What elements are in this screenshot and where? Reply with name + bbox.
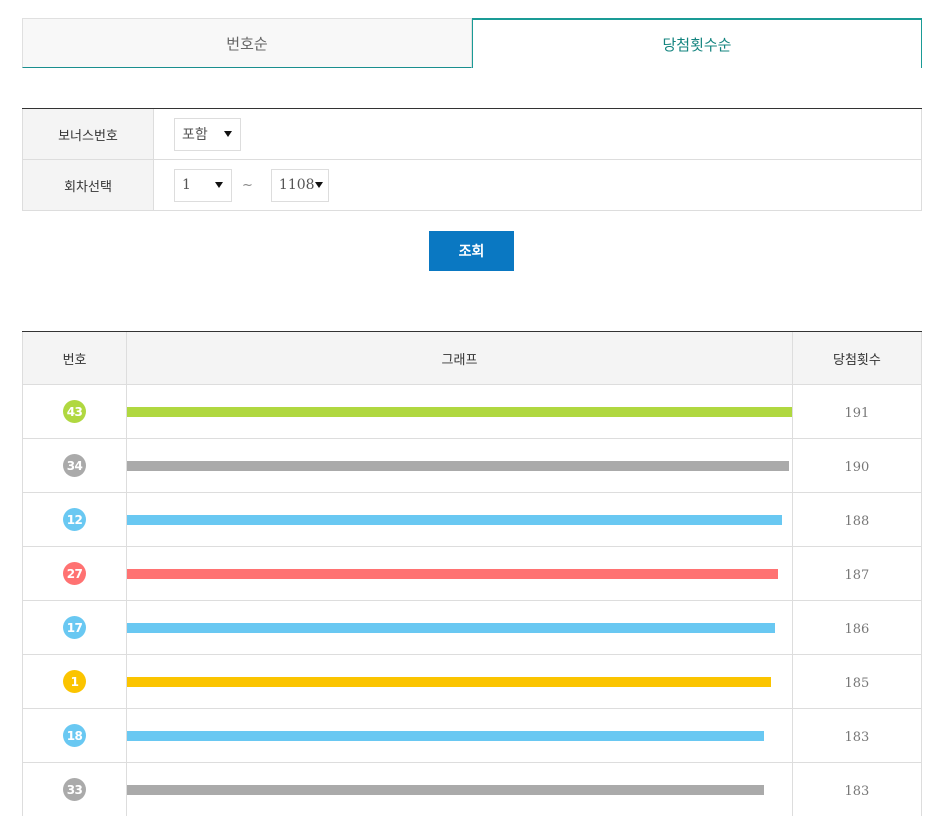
chevron-down-icon bbox=[224, 131, 232, 137]
results-table-wrapper: 번호 그래프 당첨횟수 43 191 34 190 12 188 27 187 17 186 1 18… bbox=[21, 331, 923, 816]
number-cell: 1 bbox=[21, 654, 128, 709]
round-field: 1 ~ 1108 bbox=[154, 160, 921, 210]
tab-win-count-order[interactable]: 당첨횟수순 bbox=[472, 18, 922, 68]
search-button[interactable]: 조회 bbox=[429, 231, 514, 271]
round-label: 회차선택 bbox=[23, 160, 154, 210]
sort-tabs: 번호순 당첨횟수순 bbox=[22, 18, 922, 68]
results-body: 43 191 34 190 12 188 27 187 17 186 1 185 18 183 33 183 bbox=[21, 384, 923, 816]
bonus-select-value: 포함 bbox=[182, 127, 208, 143]
count-bar bbox=[127, 676, 772, 687]
win-count: 190 bbox=[844, 460, 870, 475]
round-filter-row: 회차선택 1 ~ 1108 bbox=[22, 160, 922, 211]
count-bar bbox=[127, 568, 779, 579]
lotto-ball: 27 bbox=[63, 562, 87, 585]
lotto-ball: 34 bbox=[63, 454, 87, 477]
graph-cell bbox=[126, 492, 793, 547]
table-row: 18 183 bbox=[21, 708, 923, 763]
round-from-value: 1 bbox=[182, 177, 191, 193]
count-cell: 190 bbox=[791, 438, 923, 493]
lotto-statistics-page: 번호순 당첨횟수순 보너스번호 포함 회차선택 1 ~ 1108 조회 번호 그… bbox=[0, 0, 943, 816]
number-cell: 18 bbox=[21, 708, 128, 763]
table-row: 12 188 bbox=[21, 492, 923, 547]
filter-table: 보너스번호 포함 회차선택 1 ~ 1108 bbox=[22, 108, 922, 211]
graph-cell bbox=[126, 438, 793, 493]
count-cell: 183 bbox=[791, 762, 923, 816]
count-cell: 187 bbox=[791, 546, 923, 601]
header-count: 당첨횟수 bbox=[791, 332, 923, 385]
bonus-select[interactable]: 포함 bbox=[174, 117, 241, 151]
bonus-label: 보너스번호 bbox=[23, 109, 154, 159]
count-cell: 185 bbox=[791, 654, 923, 709]
table-row: 34 190 bbox=[21, 438, 923, 493]
number-cell: 12 bbox=[21, 492, 128, 547]
lotto-ball: 12 bbox=[63, 508, 87, 531]
count-bar bbox=[127, 730, 765, 741]
count-bar bbox=[127, 514, 783, 525]
header-graph: 그래프 bbox=[126, 332, 793, 385]
bonus-field: 포함 bbox=[154, 109, 921, 159]
table-row: 43 191 bbox=[21, 384, 923, 439]
count-bar bbox=[127, 622, 776, 633]
lotto-ball: 43 bbox=[63, 400, 87, 423]
table-row: 27 187 bbox=[21, 546, 923, 601]
count-cell: 183 bbox=[791, 708, 923, 763]
win-count: 183 bbox=[844, 730, 870, 745]
range-separator: ~ bbox=[242, 177, 253, 193]
lotto-ball: 17 bbox=[63, 616, 87, 639]
tab-label: 당첨횟수순 bbox=[662, 35, 732, 54]
table-row: 17 186 bbox=[21, 600, 923, 655]
graph-cell bbox=[126, 708, 793, 763]
count-cell: 186 bbox=[791, 600, 923, 655]
table-row: 1 185 bbox=[21, 654, 923, 709]
tab-label: 번호순 bbox=[226, 34, 268, 53]
win-count: 188 bbox=[844, 514, 870, 529]
lotto-ball: 33 bbox=[63, 778, 87, 801]
count-cell: 188 bbox=[791, 492, 923, 547]
graph-cell bbox=[126, 654, 793, 709]
round-to-select[interactable]: 1108 bbox=[270, 168, 329, 202]
tab-number-order[interactable]: 번호순 bbox=[22, 18, 472, 68]
number-cell: 34 bbox=[21, 438, 128, 493]
graph-cell bbox=[126, 600, 793, 655]
table-row: 33 183 bbox=[21, 762, 923, 816]
round-from-select[interactable]: 1 bbox=[174, 168, 232, 202]
win-count: 187 bbox=[844, 568, 870, 583]
bonus-filter-row: 보너스번호 포함 bbox=[22, 109, 922, 160]
number-cell: 27 bbox=[21, 546, 128, 601]
count-bar bbox=[127, 460, 790, 471]
count-cell: 191 bbox=[791, 384, 923, 439]
win-count: 183 bbox=[844, 784, 870, 799]
number-cell: 43 bbox=[21, 384, 128, 439]
graph-cell bbox=[126, 546, 793, 601]
win-count: 185 bbox=[844, 676, 870, 691]
win-count: 186 bbox=[844, 622, 870, 637]
number-cell: 17 bbox=[21, 600, 128, 655]
lotto-ball: 18 bbox=[63, 724, 87, 747]
number-cell: 33 bbox=[21, 762, 128, 816]
results-table: 번호 그래프 당첨횟수 43 191 34 190 12 188 27 187 17 186 1 18… bbox=[21, 332, 923, 816]
chevron-down-icon bbox=[314, 182, 323, 188]
chevron-down-icon bbox=[215, 182, 223, 188]
graph-cell bbox=[126, 762, 793, 816]
win-count: 191 bbox=[844, 406, 870, 421]
count-bar bbox=[127, 406, 793, 417]
round-to-value: 1108 bbox=[278, 177, 315, 193]
header-number: 번호 bbox=[21, 332, 128, 385]
count-bar bbox=[127, 784, 765, 795]
graph-cell bbox=[126, 384, 793, 439]
table-header-row: 번호 그래프 당첨횟수 bbox=[21, 332, 923, 385]
lotto-ball: 1 bbox=[63, 670, 87, 693]
